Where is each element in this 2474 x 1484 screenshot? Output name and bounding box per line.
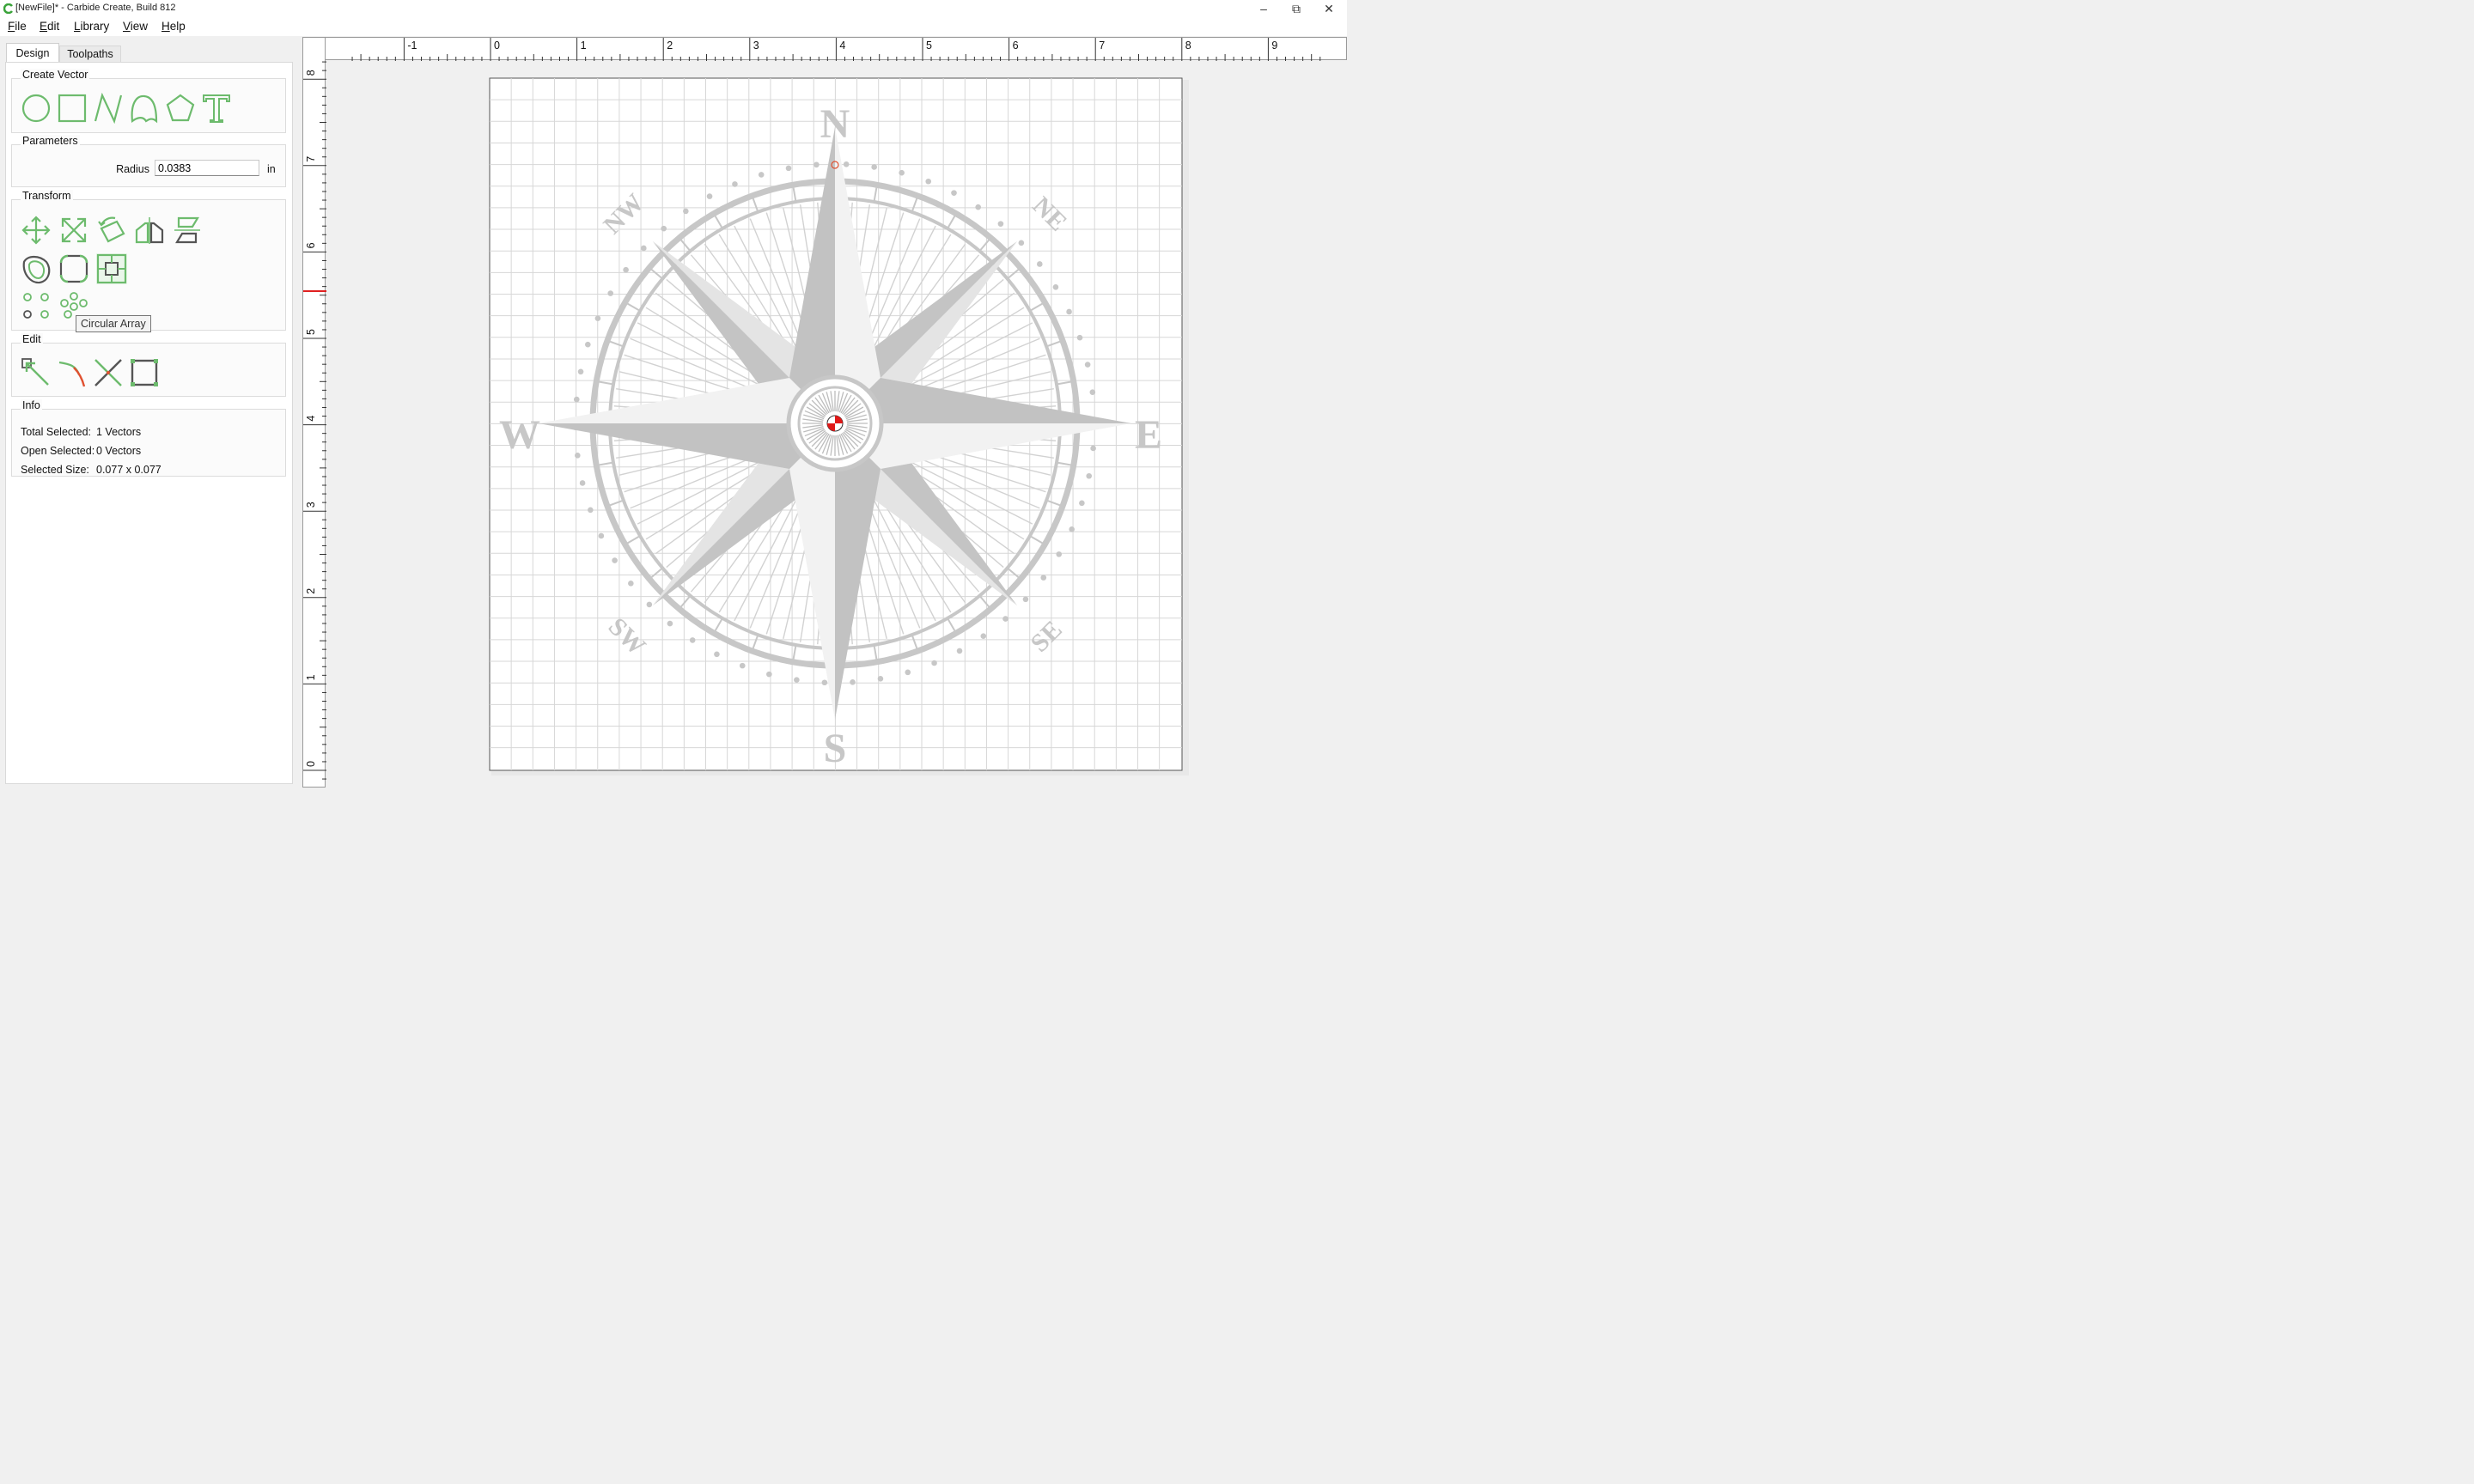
scale-icon[interactable]: [58, 215, 89, 246]
align-icon[interactable]: [172, 215, 203, 246]
circle-icon[interactable]: [21, 93, 52, 124]
menu-help[interactable]: Help: [161, 20, 186, 33]
offset-icon[interactable]: [21, 253, 52, 284]
info-selected-size-label: Selected Size:: [21, 464, 89, 476]
ruler-x-label: 2: [667, 40, 673, 52]
info-title: Info: [21, 399, 42, 411]
ruler-x-label: 6: [1013, 40, 1019, 52]
ruler-x-label: 0: [494, 40, 500, 52]
create-vector-title: Create Vector: [21, 69, 90, 81]
node-edit-icon[interactable]: [21, 357, 52, 388]
grid-array-icon[interactable]: [21, 290, 52, 321]
radius-label: Radius: [116, 163, 149, 175]
design-canvas[interactable]: N S E W NE NW SE SW: [326, 61, 1347, 808]
ruler-y-label: 2: [305, 588, 317, 594]
ruler-y-label: 5: [305, 329, 317, 335]
compass-label-n: N: [820, 101, 850, 147]
design-panel: Create Vector Parameters Radius in Trans…: [5, 62, 293, 784]
menu-file[interactable]: File: [8, 20, 27, 33]
circular-array-tooltip: Circular Array: [76, 315, 151, 332]
compass-label-s: S: [824, 726, 847, 771]
info-total-selected-value: 1 Vectors: [96, 426, 142, 438]
compass-label-e: E: [1135, 412, 1162, 458]
center-icon[interactable]: [96, 253, 127, 284]
horizontal-ruler[interactable]: -1 0 1 2 3 4 5 6 7 8 9: [302, 37, 1347, 61]
tab-design[interactable]: Design: [6, 43, 59, 63]
vertical-ruler[interactable]: 8 7 6 5 4 3 2 1 0: [302, 37, 326, 788]
ruler-x-label: 4: [839, 40, 845, 52]
menu-view[interactable]: View: [123, 20, 148, 33]
edit-title: Edit: [21, 333, 43, 345]
radius-input[interactable]: [155, 160, 259, 176]
rotate-icon[interactable]: [96, 215, 127, 246]
window-title: [NewFile]* - Carbide Create, Build 812: [15, 3, 176, 13]
parameters-title: Parameters: [21, 135, 80, 147]
rectangle-icon[interactable]: [57, 93, 88, 124]
ruler-x-label: 5: [926, 40, 932, 52]
ruler-x-label: 9: [1271, 40, 1277, 52]
radius-unit: in: [267, 163, 276, 175]
ruler-x-label: 8: [1185, 40, 1191, 52]
parameters-group: Parameters Radius in: [11, 135, 286, 187]
ruler-y-label: 6: [305, 242, 317, 248]
ruler-x-label: 3: [753, 40, 759, 52]
polyline-icon[interactable]: [93, 92, 124, 125]
restore-icon[interactable]: ⧉: [1280, 0, 1313, 17]
tab-toolpaths[interactable]: Toolpaths: [59, 46, 121, 63]
polygon-icon[interactable]: [165, 93, 196, 124]
menu-library[interactable]: Library: [74, 20, 109, 33]
info-open-selected-value: 0 Vectors: [96, 445, 142, 457]
edit-group: Edit: [11, 333, 286, 397]
info-group: Info Total Selected: 1 Vectors Open Sele…: [11, 399, 286, 477]
ruler-y-label: 4: [305, 416, 317, 422]
text-icon[interactable]: [201, 93, 232, 124]
create-vector-group: Create Vector: [11, 69, 286, 133]
carbide-logo-icon: [3, 3, 13, 14]
transform-group: Transform: [11, 190, 286, 331]
transform-title: Transform: [21, 190, 73, 202]
trim-icon[interactable]: [57, 357, 88, 388]
close-icon[interactable]: ✕: [1313, 0, 1345, 17]
ruler-y-label: 8: [305, 70, 317, 76]
info-open-selected-label: Open Selected:: [21, 445, 95, 457]
fillet-icon[interactable]: [58, 253, 89, 284]
menu-bar: File Edit Library View Help: [0, 17, 1347, 36]
menu-edit[interactable]: Edit: [40, 20, 59, 33]
minimize-icon[interactable]: –: [1247, 0, 1280, 17]
title-bar: [NewFile]* - Carbide Create, Build 812 –…: [0, 0, 1347, 17]
ruler-y-label: 0: [305, 761, 317, 767]
ruler-x-label: 7: [1099, 40, 1105, 52]
info-selected-size-value: 0.077 x 0.077: [96, 464, 161, 476]
ruler-x-label: 1: [581, 40, 587, 52]
ruler-y-label: 1: [305, 674, 317, 680]
info-total-selected-label: Total Selected:: [21, 426, 91, 438]
boolean-icon[interactable]: [129, 357, 160, 388]
ruler-y-label: 7: [305, 156, 317, 162]
ruler-x-label: -1: [407, 40, 417, 52]
join-icon[interactable]: [93, 357, 124, 388]
move-icon[interactable]: [21, 215, 52, 246]
ruler-y-label: 3: [305, 502, 317, 508]
compass-label-w: W: [499, 412, 540, 458]
mirror-icon[interactable]: [134, 215, 165, 246]
curve-icon[interactable]: [129, 93, 160, 124]
